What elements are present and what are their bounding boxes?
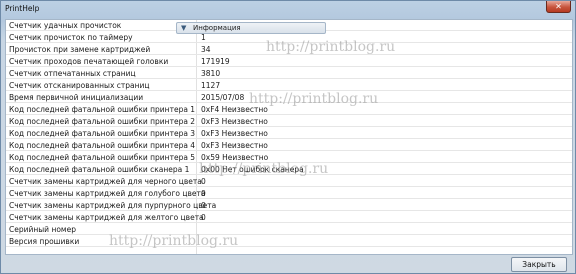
info-row-value: 1127 <box>201 81 221 90</box>
watermark-1: http://printblog.ru <box>266 39 396 55</box>
close-button[interactable]: Закрыть <box>511 257 567 272</box>
info-row-value: 0 <box>201 189 206 198</box>
info-row-label: Код последней фатальной ошибки принтера … <box>9 117 196 126</box>
info-row-value: 34 <box>201 45 211 54</box>
window-title: PrintHelp <box>5 4 40 13</box>
info-row-label: Код последней фатальной ошибки принтера … <box>9 129 196 138</box>
info-row: Код последней фатальной ошибки принтера … <box>6 140 572 151</box>
info-row: Код последней фатальной ошибки принтера … <box>6 116 572 127</box>
info-row-label: Код последней фатальной ошибки принтера … <box>9 141 196 150</box>
title-bar[interactable]: PrintHelp ✕ <box>1 1 576 18</box>
info-row-value: 0xF3 Неизвестно <box>201 129 268 138</box>
info-row-label: Счетчик проходов печатающей головки <box>9 57 169 66</box>
info-row-label: Счетчик замены картриджей для пурпурного… <box>9 201 217 210</box>
info-row-label: Счетчик замены картриджей для желтого цв… <box>9 213 204 222</box>
info-row: Счетчик замены картриджей для желтого цв… <box>6 212 572 223</box>
tab-information-label: Информация <box>193 24 241 32</box>
watermark-3: http://printblog.ru <box>199 161 329 177</box>
info-row-label: Время первичной инициализации <box>9 93 144 102</box>
info-row-value: 0xF3 Неизвестно <box>201 117 268 126</box>
info-row-value: 3810 <box>201 69 221 78</box>
info-row-value: 0 <box>201 213 206 222</box>
info-row-label: Счетчик отсканированных страниц <box>9 81 150 90</box>
info-row: Версия прошивки <box>6 236 572 247</box>
info-row-label: Код последней фатальной ошибки принтера … <box>9 105 196 114</box>
watermark-4: http://printblog.ru <box>109 233 239 249</box>
info-row-label: Серийный номер <box>9 225 76 234</box>
info-row-label: Код последней фатальной ошибки принтера … <box>9 153 196 162</box>
info-row-label: Счетчик отпечатанных страниц <box>9 69 136 78</box>
info-row: Счетчик замены картриджей для пурпурного… <box>6 200 572 211</box>
info-row-value: 0 <box>201 201 206 210</box>
printhelp-window: PrintHelp ✕ Счетчик удачных прочисток156… <box>0 0 576 274</box>
info-row: Счетчик отпечатанных страниц 3810 <box>6 68 572 79</box>
toolbar: ▼ Информация <box>5 20 573 36</box>
info-row: Код последней фатальной ошибки принтера … <box>6 128 572 139</box>
window-close-button[interactable]: ✕ <box>546 1 571 13</box>
info-row-label: Счетчик замены картриджей для голубого ц… <box>9 189 206 198</box>
info-row-value: 0xF3 Неизвестно <box>201 141 268 150</box>
info-row: Серийный номер <box>6 224 572 235</box>
info-row: Счетчик отсканированных страниц 1127 <box>6 80 572 91</box>
info-row: Счетчик проходов печатающей головки 17191… <box>6 56 572 67</box>
info-row: Счетчик замены картриджей для черного цв… <box>6 176 572 187</box>
info-row-label: Счетчик замены картриджей для черного цв… <box>9 177 202 186</box>
chevron-down-icon: ▼ <box>181 24 187 32</box>
info-row-label: Версия прошивки <box>9 237 80 246</box>
watermark-2: http://printblog.ru <box>249 91 379 107</box>
info-row-label: Код последней фатальной ошибки сканера 1 <box>9 165 190 174</box>
info-row-value: 0 <box>201 177 206 186</box>
info-row-value: 2015/07/08 <box>201 93 245 102</box>
info-row: Счетчик замены картриджей для голубого ц… <box>6 188 572 199</box>
tab-information[interactable]: ▼ Информация <box>176 22 326 34</box>
info-row-value: 171919 <box>201 57 230 66</box>
info-row-label: Прочисток при замене картриджей <box>9 45 151 54</box>
